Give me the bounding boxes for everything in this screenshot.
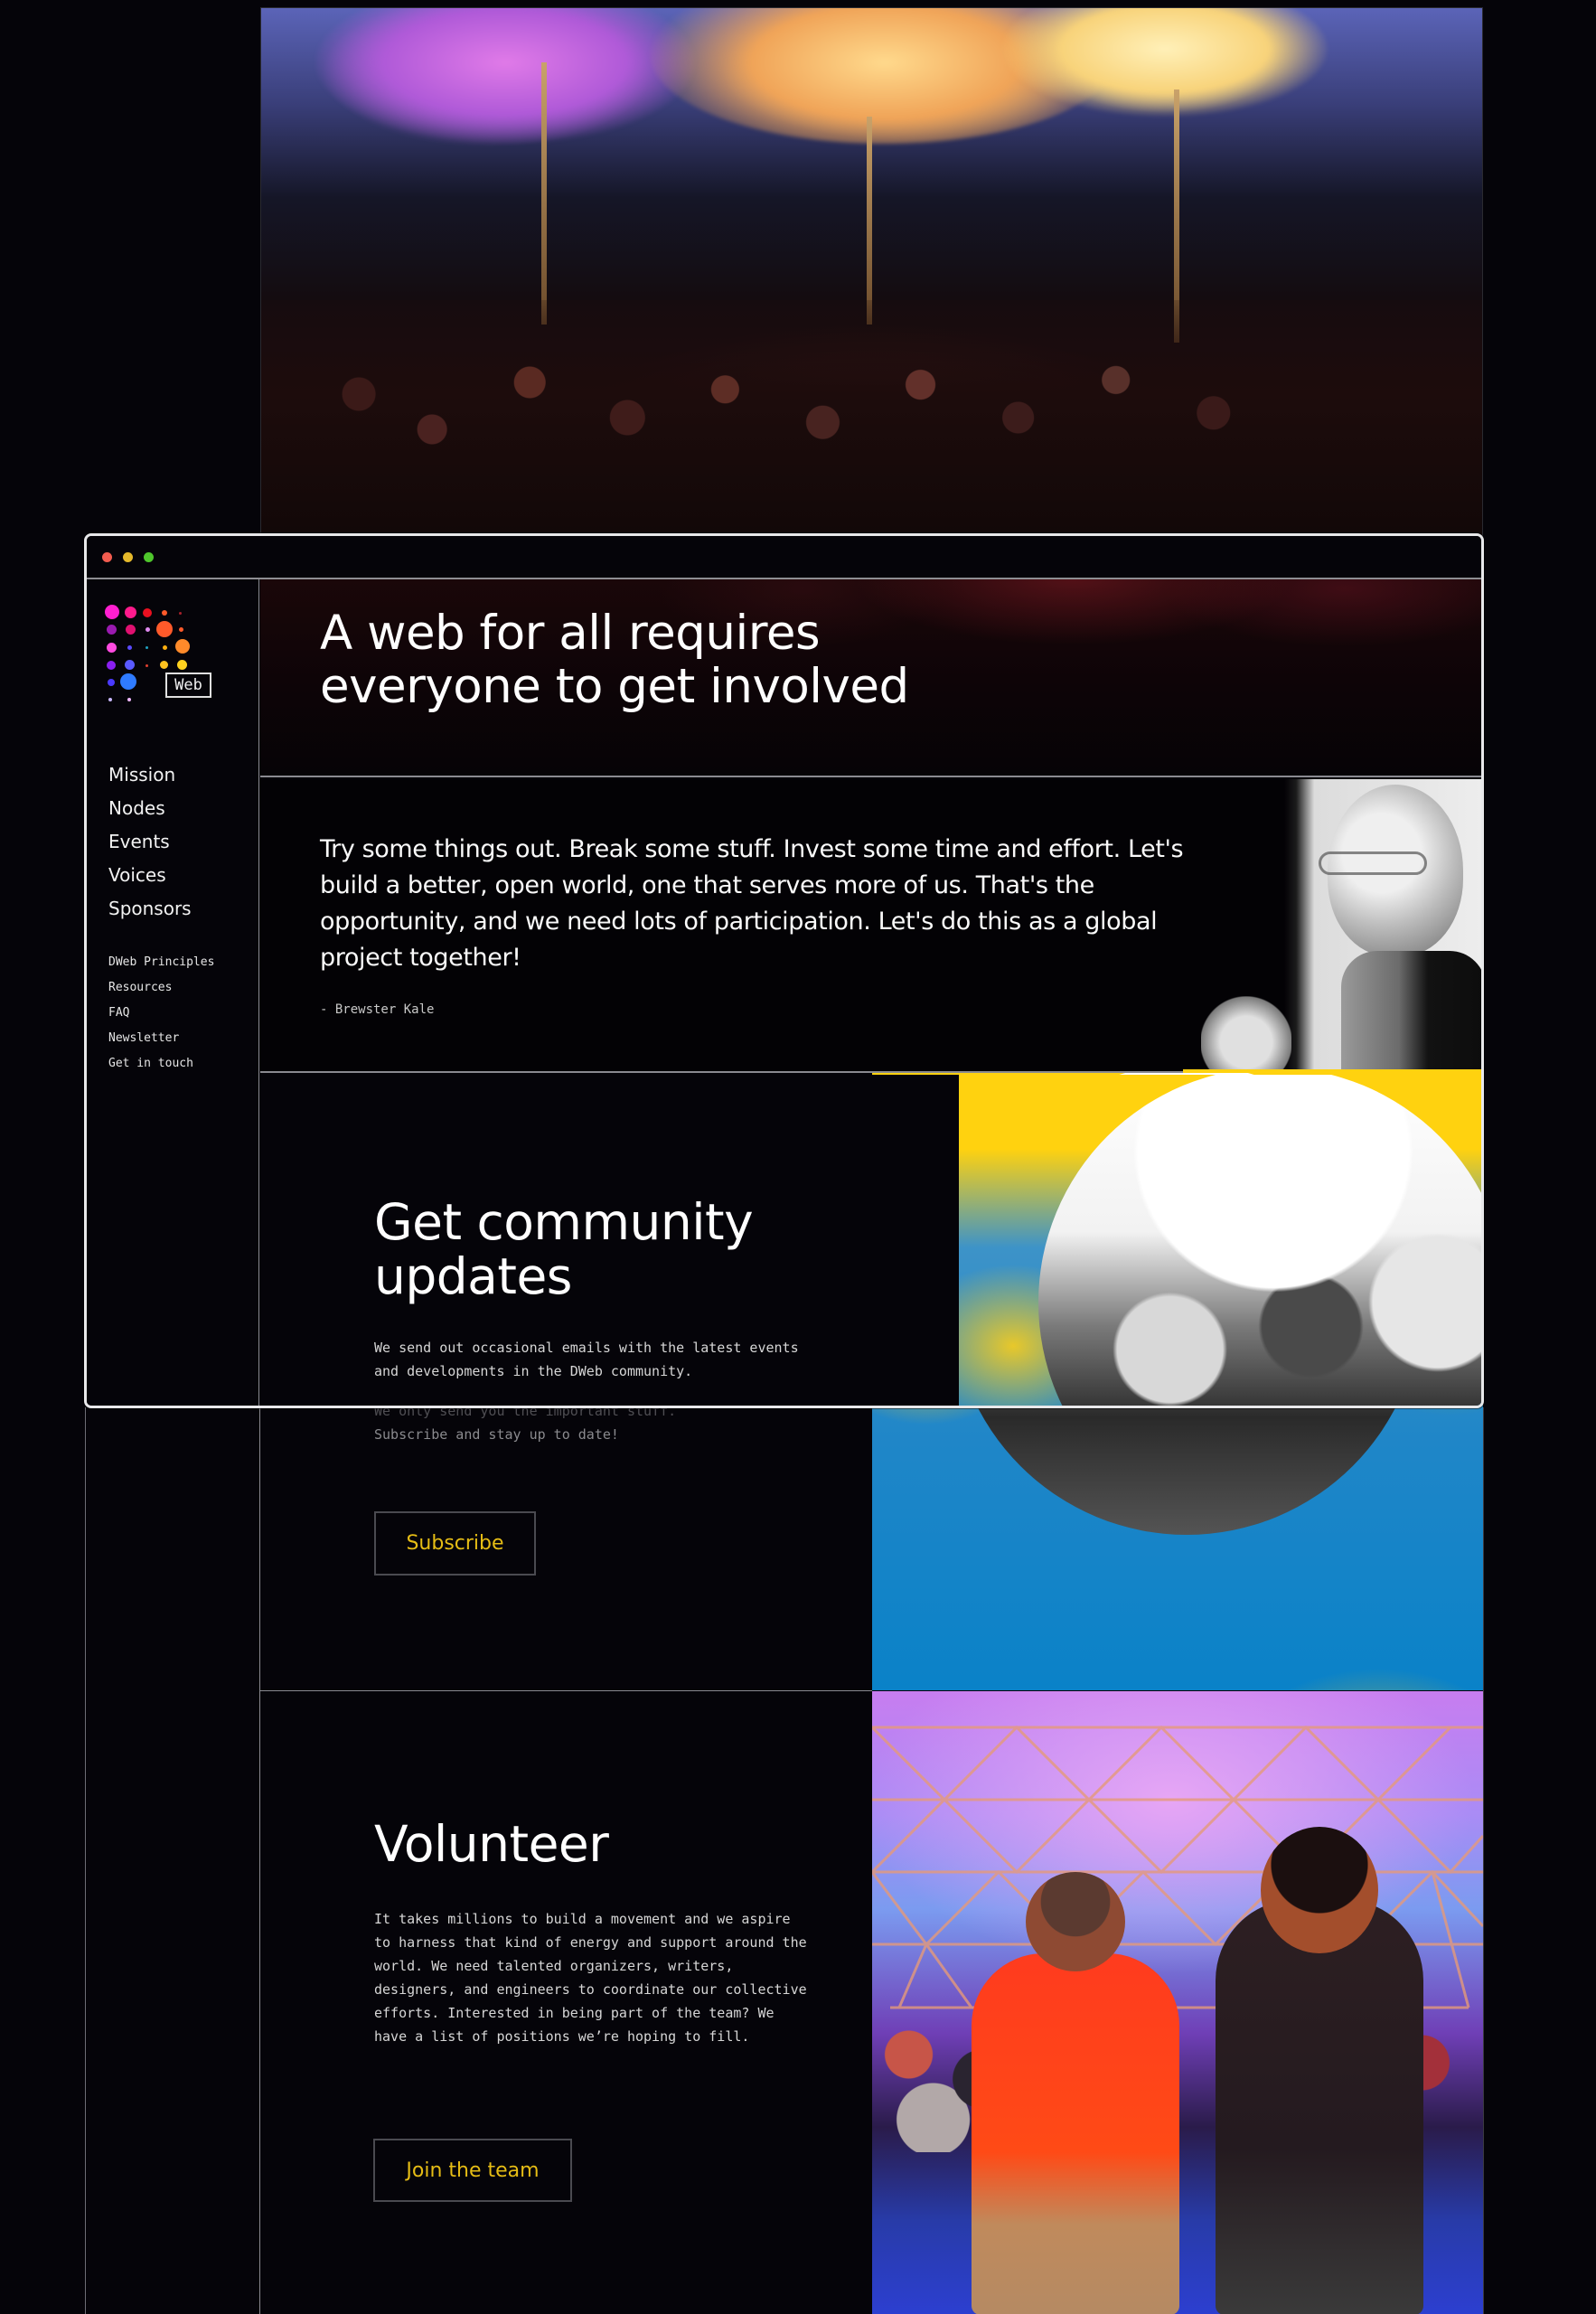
quote-author: - Brewster Kale <box>320 1002 435 1017</box>
window-close-button[interactable] <box>102 552 112 562</box>
section-divider <box>260 1690 872 1691</box>
logo-dot <box>107 625 117 635</box>
logo-dot <box>108 679 115 686</box>
community-title-line: updates <box>374 1247 572 1305</box>
speaker-portrait <box>1183 779 1481 1073</box>
logo-dot <box>175 639 190 654</box>
logo-dot <box>146 627 150 632</box>
nav-link-faq[interactable]: FAQ <box>108 1001 214 1026</box>
sidebar-rail <box>259 1407 260 2314</box>
logo-dot <box>126 625 136 635</box>
join-the-team-button[interactable]: Join the team <box>373 2139 572 2202</box>
quote-section: Try some things out. Break some stuff. I… <box>260 779 1481 1073</box>
logo-dot <box>179 612 182 615</box>
volunteer-photo-high-five <box>872 1691 1483 2314</box>
primary-nav: Mission Nodes Events Voices Sponsors <box>108 758 192 926</box>
hero-headline-line: A web for all requires <box>320 606 821 661</box>
nav-link-mission[interactable]: Mission <box>108 758 192 792</box>
logo-dot <box>125 660 135 670</box>
secondary-nav: DWeb Principles Resources FAQ Newsletter… <box>108 950 214 1077</box>
hero-headline-section: A web for all requires everyone to get i… <box>260 579 1481 777</box>
hero-photo-festival-canopy <box>260 7 1483 536</box>
nav-link-resources[interactable]: Resources <box>108 975 214 1001</box>
nav-link-events[interactable]: Events <box>108 825 192 859</box>
window-content: A web for all requires everyone to get i… <box>260 579 1481 1406</box>
hero-headline: A web for all requires everyone to get i… <box>320 607 909 713</box>
window-minimize-button[interactable] <box>123 552 133 562</box>
subscribe-button[interactable]: Subscribe <box>374 1511 536 1576</box>
logo-dot <box>120 673 136 690</box>
browser-window: Web Mission Nodes Events Voices Sponsors… <box>84 533 1484 1408</box>
community-photo <box>959 1075 1481 1406</box>
nav-link-nodes[interactable]: Nodes <box>108 792 192 825</box>
logo-dot <box>146 664 148 667</box>
logo-dot <box>108 698 112 701</box>
logo-dot <box>163 645 167 650</box>
logo-dot <box>105 605 119 619</box>
dweb-logo[interactable]: Web <box>105 605 222 713</box>
community-body-line: Subscribe and stay up to date! <box>374 1426 619 1443</box>
logo-dot <box>107 661 116 670</box>
page-rail-right <box>1483 1407 1484 2314</box>
web-badge: Web <box>165 673 211 698</box>
logo-dot <box>156 621 173 637</box>
volunteer-title: Volunteer <box>374 1815 609 1873</box>
quote-text: Try some things out. Break some stuff. I… <box>320 835 1184 972</box>
logo-dot <box>107 643 117 653</box>
volunteer-body: It takes millions to build a movement an… <box>374 1911 807 2045</box>
nav-link-newsletter[interactable]: Newsletter <box>108 1026 214 1051</box>
window-maximize-button[interactable] <box>144 552 154 562</box>
hero-headline-line: everyone to get involved <box>320 659 909 714</box>
logo-dot <box>162 610 167 616</box>
logo-dot <box>160 661 168 669</box>
logo-dot <box>127 698 131 701</box>
nav-link-sponsors[interactable]: Sponsors <box>108 892 192 926</box>
window-titlebar <box>87 536 1481 579</box>
logo-dot <box>125 607 136 618</box>
logo-dot <box>146 646 148 649</box>
logo-dot <box>179 627 183 632</box>
community-body: We send out occasional emails with the l… <box>374 1340 799 1379</box>
logo-dot <box>143 608 152 617</box>
nav-link-voices[interactable]: Voices <box>108 859 192 892</box>
sidebar: Web Mission Nodes Events Voices Sponsors… <box>87 579 259 1406</box>
logo-dot <box>177 660 187 670</box>
community-photo-clip <box>959 1075 1481 1406</box>
community-title: Get community updates <box>374 1193 754 1305</box>
logo-dot <box>127 645 132 650</box>
nav-link-get-in-touch[interactable]: Get in touch <box>108 1051 214 1077</box>
page-rail-left <box>85 1407 86 2314</box>
community-updates-section: Get community updates We send out occasi… <box>260 1075 1481 1406</box>
community-title-line: Get community <box>374 1193 754 1251</box>
nav-link-dweb-principles[interactable]: DWeb Principles <box>108 950 214 975</box>
